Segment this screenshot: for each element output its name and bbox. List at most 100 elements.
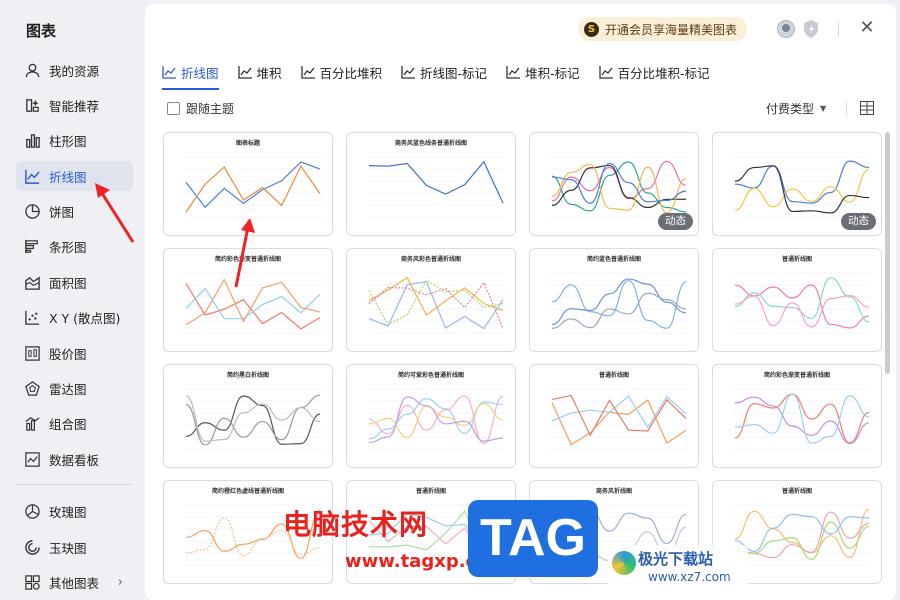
partner-url: www.xz7.com (648, 570, 731, 584)
sidebar-item-12[interactable]: 数据看板 (16, 444, 133, 474)
watermark-partner: 极光下载站 www.xz7.com (608, 545, 748, 591)
chart-thumbnail (550, 388, 688, 450)
pay-type-dropdown[interactable]: 付费类型 ▼ (766, 100, 826, 117)
sidebar-item-label: 数据看板 (49, 452, 100, 468)
shield-icon[interactable] (802, 19, 820, 39)
checkbox-box[interactable] (167, 102, 180, 115)
stock-chart-icon (23, 344, 41, 362)
area-chart-icon (23, 273, 41, 291)
tab-6[interactable]: 百分比堆积-标记 (598, 60, 710, 84)
card-title: 简约彩色渐变普通折线图 (763, 372, 830, 379)
tab-label: 堆积-标记 (525, 65, 580, 81)
pie-chart-icon (23, 202, 41, 220)
tab-3[interactable]: 百分比堆积 (300, 60, 382, 84)
sidebar-item-label: 玉玦图 (49, 540, 87, 556)
chart-thumbnail (184, 272, 322, 334)
sidebar-item-label: 雷达图 (49, 381, 87, 397)
sidebar-item-8[interactable]: X Y (散点图) (16, 302, 133, 332)
chart-template-card[interactable]: 商务风彩色普通折线图 (346, 248, 516, 352)
sidebar-divider (16, 484, 133, 485)
line-chart-icon (162, 66, 176, 79)
sidebar-item-label: 条形图 (49, 239, 87, 255)
sidebar-item-15[interactable]: 其他图表 › (16, 567, 133, 597)
vip-banner-button[interactable]: S 开通会员享海量精美图表 (578, 17, 748, 41)
dynamic-badge: 动态 (658, 213, 693, 230)
chart-template-card[interactable]: 简约可爱彩色普通折线图 (346, 364, 516, 468)
chevron-down-icon: ▼ (820, 104, 827, 113)
sidebar-item-5[interactable]: 饼图 (16, 196, 133, 226)
line-chart-icon (401, 66, 416, 79)
watermark-tag-logo: TAG (468, 500, 598, 577)
sidebar-item-3[interactable]: 柱形图 (16, 125, 133, 155)
line-chart-icon (598, 66, 613, 79)
line-chart-icon (506, 66, 521, 79)
chart-type-tabs: 折线图 堆积 百分比堆积 折线图-标记 堆积-标记 百分比堆积-标记 (162, 60, 729, 90)
chart-template-card[interactable]: 图表标题 (163, 132, 333, 236)
sidebar-item-13[interactable]: 玫瑰图 (16, 496, 133, 526)
sidebar-item-4[interactable]: 折线图 (16, 161, 133, 191)
sidebar-item-label: 折线图 (49, 169, 87, 185)
sidebar-item-2[interactable]: 智能推荐 (16, 90, 133, 120)
sidebar-item-label: 我的资源 (49, 63, 100, 79)
rose-chart-icon (23, 502, 41, 520)
tab-label: 折线图 (181, 65, 219, 81)
card-title: 简约橙红色虚线普通折线图 (211, 488, 284, 495)
card-title: 商务风折线图 (595, 488, 632, 495)
combo-chart-icon (23, 414, 41, 432)
scatter-icon (23, 308, 41, 326)
sidebar-item-7[interactable]: 面积图 (16, 267, 133, 297)
line-chart-icon (300, 66, 315, 79)
partner-name: 极光下载站 (638, 550, 714, 568)
chart-thumbnail (733, 272, 871, 334)
sidebar: 图表 我的资源智能推荐柱形图折线图饼图条形图面积图 X Y (散点图) 股价图雷达图… (0, 0, 145, 600)
sidebar-item-14[interactable]: 玉玦图 (16, 532, 133, 562)
tab-4[interactable]: 折线图-标记 (401, 60, 487, 84)
chart-template-card[interactable]: 简约彩色渐变普通折线图 (163, 248, 333, 352)
card-title: 商务风蓝色线条普通折线图 (394, 140, 467, 147)
grid-view-icon[interactable] (860, 101, 874, 115)
tab-label: 折线图-标记 (420, 65, 488, 81)
sidebar-item-6[interactable]: 条形图 (16, 231, 133, 261)
card-title: 普通折线图 (781, 256, 812, 263)
watermark-site-name: 电脑技术网 (283, 508, 429, 541)
chart-template-card[interactable]: 简约彩色渐变普通折线图 (712, 364, 882, 468)
toolbar-divider (846, 102, 847, 116)
sidebar-item-10[interactable]: 雷达图 (16, 373, 133, 403)
sidebar-item-label: 面积图 (49, 275, 87, 291)
chart-template-card[interactable]: 简约黑白折线图 (163, 364, 333, 468)
sidebar-item-label: 组合图 (49, 416, 87, 432)
card-title: 简约彩色渐变普通折线图 (214, 256, 281, 263)
tab-1[interactable]: 折线图 (162, 60, 219, 90)
sidebar-title: 图表 (26, 22, 57, 40)
chart-template-card[interactable]: 商务风蓝色线条普通折线图 (346, 132, 516, 236)
sparkle-icon (23, 96, 41, 114)
sidebar-item-1[interactable]: 我的资源 (16, 55, 133, 85)
avatar[interactable] (777, 20, 795, 38)
sidebar-item-label: 饼图 (49, 204, 75, 220)
sidebar-item-11[interactable]: 组合图 (16, 408, 133, 438)
card-title: 商务风彩色普通折线图 (400, 256, 461, 263)
chart-template-card[interactable]: 动态 (712, 132, 882, 236)
chart-thumbnail (367, 156, 505, 218)
chart-template-card[interactable]: 普通折线图 (529, 364, 699, 468)
partner-logo-icon (612, 551, 636, 575)
sidebar-item-label: 股价图 (49, 346, 87, 362)
chart-template-card[interactable]: 简约蓝色普通折线图 (529, 248, 699, 352)
chart-thumbnail (733, 388, 871, 450)
sidebar-item-label: X Y (散点图) (49, 310, 121, 326)
tab-label: 堆积 (256, 65, 282, 81)
follow-theme-checkbox[interactable]: 跟随主题 (167, 100, 234, 117)
tab-5[interactable]: 堆积-标记 (506, 60, 580, 84)
scrollbar[interactable] (885, 132, 890, 374)
close-icon[interactable]: ✕ (857, 18, 877, 38)
radar-chart-icon (23, 379, 41, 397)
sidebar-item-9[interactable]: 股价图 (16, 338, 133, 368)
chart-template-card[interactable]: 动态 (529, 132, 699, 236)
chart-thumbnail (367, 388, 505, 450)
tab-2[interactable]: 堆积 (237, 60, 282, 84)
sidebar-item-label: 智能推荐 (49, 98, 100, 114)
header-divider (838, 21, 839, 37)
dynamic-badge: 动态 (841, 213, 876, 230)
user-icon (23, 61, 41, 79)
chart-template-card[interactable]: 普通折线图 (712, 248, 882, 352)
